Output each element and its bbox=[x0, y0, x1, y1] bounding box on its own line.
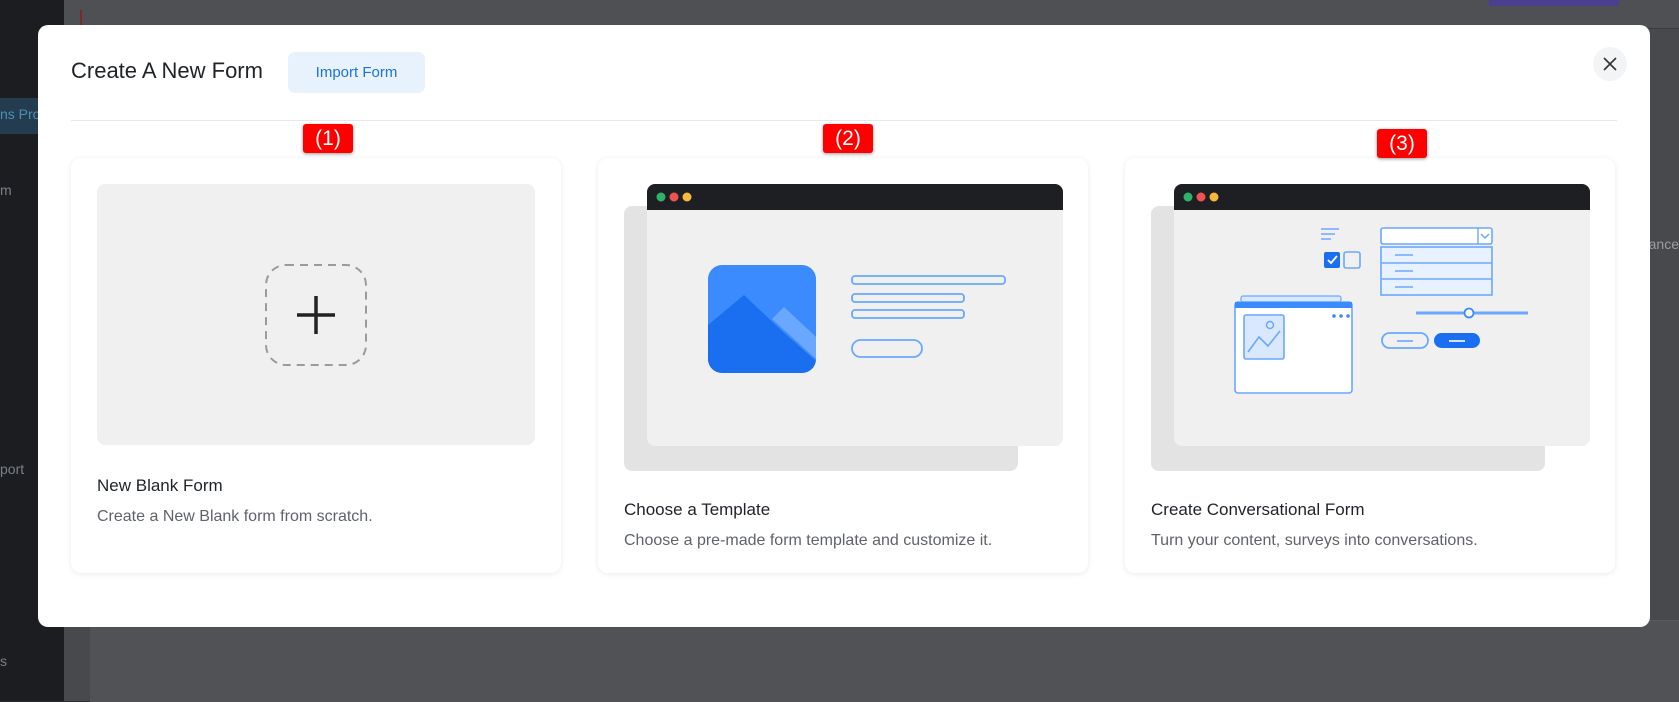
import-form-button[interactable]: Import Form bbox=[288, 52, 425, 93]
header-divider bbox=[71, 120, 1617, 121]
card-title: New Blank Form bbox=[97, 476, 223, 495]
background-sidebar-item: m bbox=[0, 182, 12, 198]
card-title: Create Conversational Form bbox=[1151, 500, 1365, 519]
create-form-modal: Create A New Form Import Form New Blank … bbox=[38, 25, 1650, 627]
background-topbar-button bbox=[1489, 0, 1619, 6]
plus-icon bbox=[97, 184, 535, 445]
card-description: Create a New Blank form from scratch. bbox=[97, 508, 373, 525]
conversational-illustration-icon bbox=[1151, 184, 1590, 471]
background-card bbox=[90, 620, 1679, 702]
conversational-form-card[interactable]: Create Conversational Form Turn your con… bbox=[1125, 158, 1615, 573]
card-description: Turn your content, surveys into conversa… bbox=[1151, 532, 1478, 549]
annotation-badge: (1) bbox=[303, 124, 353, 153]
card-description: Choose a pre-made form template and cust… bbox=[624, 532, 993, 549]
background-sidebar-item: s bbox=[0, 653, 7, 669]
choose-template-card[interactable]: Choose a Template Choose a pre-made form… bbox=[598, 158, 1088, 573]
card-title: Choose a Template bbox=[624, 500, 771, 519]
annotation-badge: (3) bbox=[1377, 129, 1427, 158]
background-sidebar-item: port bbox=[0, 461, 25, 477]
background-right-label: ance bbox=[1648, 236, 1679, 252]
annotation-badge: (2) bbox=[823, 124, 873, 153]
new-blank-form-card[interactable]: New Blank Form Create a New Blank form f… bbox=[71, 158, 561, 573]
close-button[interactable] bbox=[1593, 47, 1627, 81]
background-sidebar-item: ns Pro bbox=[0, 106, 41, 122]
template-illustration-icon bbox=[624, 184, 1063, 471]
modal-title: Create A New Form bbox=[71, 58, 263, 83]
close-icon bbox=[1603, 57, 1617, 71]
